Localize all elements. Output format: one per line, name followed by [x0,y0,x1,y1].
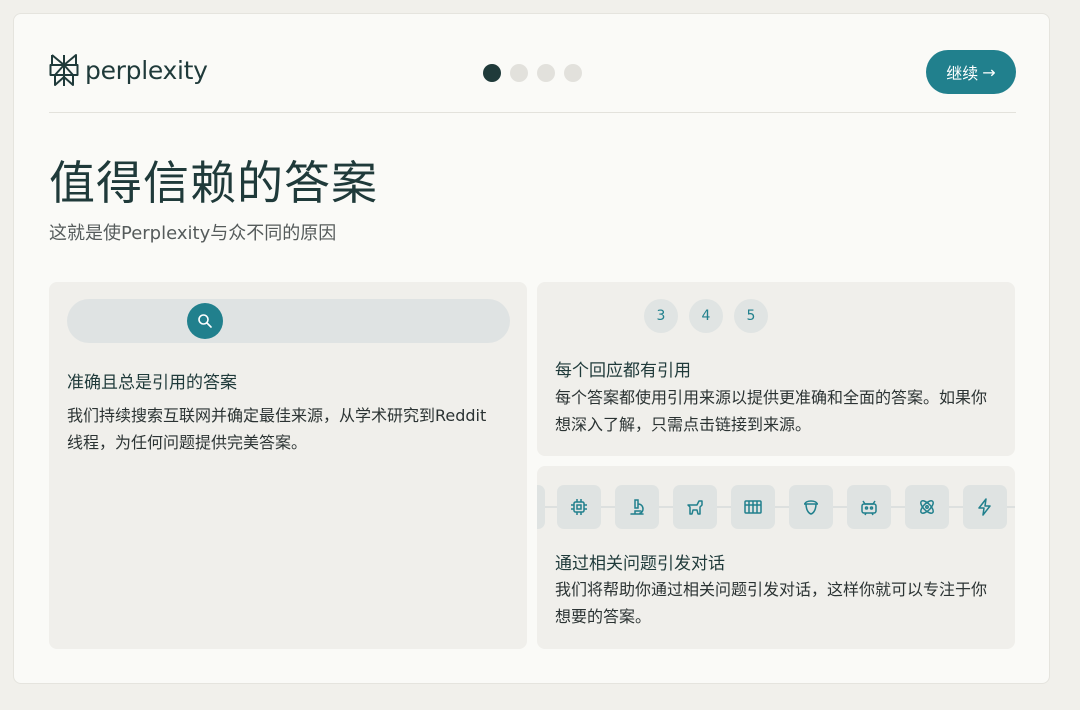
topic-icons-row [537,485,1015,529]
progress-dot-1 [483,64,501,82]
card-title: 准确且总是引用的答案 [67,373,237,393]
progress-dot-3 [537,64,555,82]
card-accurate-answers: 准确且总是引用的答案 我们持续搜索互联网并确定最佳来源，从学术研究到Reddit… [49,282,527,649]
citation-chip: 5 [734,299,768,333]
brand-name: perplexity [85,55,208,85]
onboarding-window: perplexity 继续 → 值得信赖的答案 这就是使Perplexity与众… [13,13,1050,684]
continue-label: 继续 [946,64,979,83]
continue-button[interactable]: 继续 → [926,50,1016,94]
page-title: 值得信赖的答案 [49,156,378,210]
robot-icon [847,485,891,529]
partial-tile-icon [537,485,545,529]
brand-logo: perplexity [49,52,208,88]
card-title: 通过相关问题引发对话 [555,554,725,574]
card-title: 每个回应都有引用 [555,361,691,381]
citation-chip: 4 [689,299,723,333]
search-icon [198,314,212,328]
header: perplexity 继续 → [49,50,1016,113]
page-subtitle: 这就是使Perplexity与众不同的原因 [49,223,337,244]
acorn-icon [789,485,833,529]
card-description: 每个答案都使用引用来源以提供更准确和全面的答案。如果你想深入了解，只需点击链接到… [555,388,988,434]
microscope-icon [615,485,659,529]
card-related-questions: 通过相关问题引发对话 我们将帮助你通过相关问题引发对话，这样你就可以专注于你想要… [537,466,1015,649]
search-bar-illustration [67,299,510,343]
film-icon [731,485,775,529]
progress-dot-4 [564,64,582,82]
card-description: 我们持续搜索互联网并确定最佳来源，从学术研究到Reddit线程，为任何问题提供完… [67,406,487,452]
progress-dots [483,64,582,82]
dog-icon [673,485,717,529]
citation-chip: 3 [644,299,678,333]
progress-dot-2 [510,64,528,82]
lightning-icon [963,485,1007,529]
card-description: 我们将帮助你通过相关问题引发对话，这样你就可以专注于你想要的答案。 [555,580,988,626]
card-citations: 3 4 5 每个回应都有引用 每个答案都使用引用来源以提供更准确和全面的答案。如… [537,282,1015,456]
arrow-right-icon: → [982,62,996,82]
perplexity-logo-icon [49,54,79,86]
search-button [187,303,223,339]
atom-icon [905,485,949,529]
chip-icon [557,485,601,529]
